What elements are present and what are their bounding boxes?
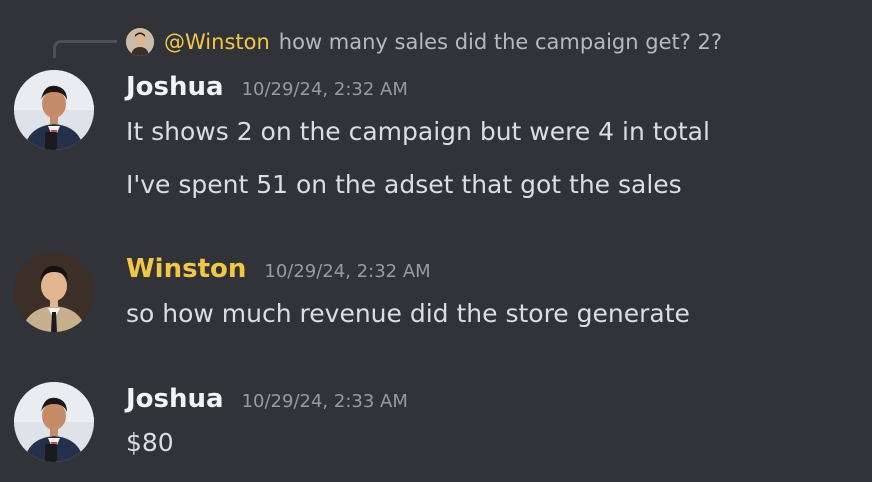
reply-text[interactable]: how many sales did the campaign get? 2? <box>279 30 722 54</box>
reply-mention[interactable]: @Winston <box>164 30 270 54</box>
message-text: $80 <box>126 428 174 457</box>
username[interactable]: Joshua <box>126 72 224 102</box>
message-header: Joshua 10/29/24, 2:32 AM <box>126 72 408 102</box>
message-text: I've spent 51 on the adset that got the … <box>126 170 682 199</box>
message-text: so how much revenue did the store genera… <box>126 299 690 328</box>
timestamp[interactable]: 10/29/24, 2:32 AM <box>242 79 408 100</box>
reply-preview[interactable]: @Winston how many sales did the campaign… <box>126 26 722 58</box>
chat-message-list: @Winston how many sales did the campaign… <box>0 0 872 482</box>
timestamp[interactable]: 10/29/24, 2:33 AM <box>242 391 408 412</box>
message-text: It shows 2 on the campaign but were 4 in… <box>126 117 710 146</box>
reply-connector <box>53 40 117 58</box>
avatar[interactable] <box>14 70 94 150</box>
avatar[interactable] <box>14 382 94 462</box>
username[interactable]: Winston <box>126 254 246 284</box>
timestamp[interactable]: 10/29/24, 2:32 AM <box>264 261 430 282</box>
username[interactable]: Joshua <box>126 384 224 414</box>
message-header: Joshua 10/29/24, 2:33 AM <box>126 384 408 414</box>
message-header: Winston 10/29/24, 2:32 AM <box>126 254 431 284</box>
reply-avatar <box>126 28 154 56</box>
avatar[interactable] <box>14 252 94 332</box>
